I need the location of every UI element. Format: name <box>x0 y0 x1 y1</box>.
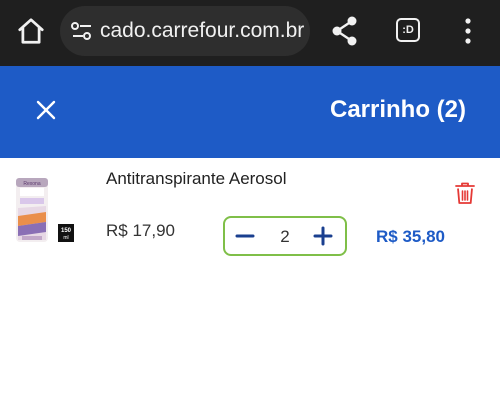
address-bar[interactable]: cado.carrefour.com.br <box>60 6 310 56</box>
quantity-value[interactable]: 2 <box>273 227 297 247</box>
svg-text:150: 150 <box>61 228 72 234</box>
unit-price: R$ 17,90 <box>106 221 175 240</box>
svg-text:ml: ml <box>63 235 68 241</box>
tab-indicator-text: :D <box>402 24 414 36</box>
site-settings-icon[interactable] <box>70 20 94 42</box>
brand-text: Rexona <box>23 181 40 187</box>
home-icon[interactable] <box>14 14 48 48</box>
product-name[interactable]: Antitranspirante Aerosol <box>106 169 386 189</box>
url-text[interactable]: cado.carrefour.com.br <box>100 19 306 43</box>
product-image: Rexona 150 ml <box>12 176 78 248</box>
browser-toolbar: cado.carrefour.com.br :D <box>0 0 500 66</box>
page-title: Carrinho (2) <box>329 96 466 123</box>
close-icon[interactable] <box>28 92 64 128</box>
cart-header: Carrinho (2) <box>0 66 500 158</box>
tab-switcher-icon[interactable]: :D <box>396 18 420 42</box>
minus-icon[interactable] <box>231 223 259 249</box>
item-total-price: R$ 35,80 <box>376 227 445 246</box>
share-icon[interactable] <box>330 15 360 47</box>
quantity-stepper: 2 <box>223 216 347 256</box>
trash-icon[interactable] <box>452 180 478 206</box>
plus-icon[interactable] <box>309 223 337 249</box>
more-menu-icon[interactable] <box>458 16 478 46</box>
